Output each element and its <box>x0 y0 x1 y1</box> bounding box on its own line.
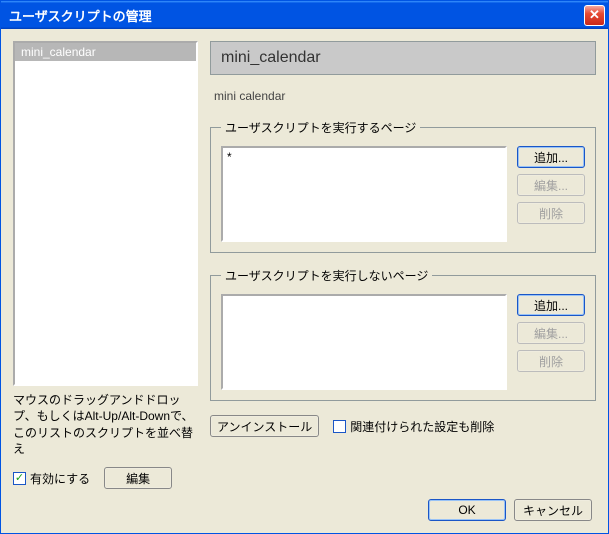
exclude-edit-button: 編集... <box>517 322 585 344</box>
left-column: mini_calendar マウスのドラッグアンドドロップ、もしくはAlt-Up… <box>13 41 198 489</box>
delete-assoc-checkbox[interactable]: ✓ 関連付けられた設定も削除 <box>333 418 494 435</box>
client-area: mini_calendar マウスのドラッグアンドドロップ、もしくはAlt-Up… <box>1 29 608 533</box>
script-list[interactable]: mini_calendar <box>13 41 198 386</box>
window-title: ユーザスクリプトの管理 <box>9 6 584 25</box>
right-column: mini_calendar mini calendar ユーザスクリプトを実行す… <box>210 41 596 489</box>
delete-assoc-label: 関連付けられた設定も削除 <box>350 418 494 435</box>
uninstall-button[interactable]: アンインストール <box>210 415 319 437</box>
dialog-footer: OK キャンセル <box>13 499 596 521</box>
exclude-pages-group: ユーザスクリプトを実行しないページ 追加... 編集... 削除 <box>210 267 596 401</box>
list-item[interactable]: * <box>227 150 501 164</box>
close-icon: ✕ <box>589 7 600 23</box>
checkbox-icon: ✓ <box>333 420 346 433</box>
script-subtitle: mini calendar <box>214 89 592 103</box>
include-edit-button: 編集... <box>517 174 585 196</box>
include-remove-button: 削除 <box>517 202 585 224</box>
exclude-legend: ユーザスクリプトを実行しないページ <box>221 267 432 284</box>
include-buttons: 追加... 編集... 削除 <box>517 146 585 242</box>
enable-checkbox-label: 有効にする <box>30 470 90 487</box>
edit-script-button[interactable]: 編集 <box>104 467 172 489</box>
include-pages-group: ユーザスクリプトを実行するページ * 追加... 編集... 削除 <box>210 119 596 253</box>
include-add-button[interactable]: 追加... <box>517 146 585 168</box>
enable-checkbox[interactable]: ✓ 有効にする <box>13 470 90 487</box>
reorder-hint: マウスのドラッグアンドドロップ、もしくはAlt-Up/Alt-Downで、このリ… <box>13 392 198 457</box>
titlebar: ユーザスクリプトの管理 ✕ <box>1 1 608 29</box>
exclude-remove-button: 削除 <box>517 350 585 372</box>
exclude-add-button[interactable]: 追加... <box>517 294 585 316</box>
script-title-bar: mini_calendar <box>210 41 596 75</box>
left-bottom-row: ✓ 有効にする 編集 <box>13 467 198 489</box>
ok-button[interactable]: OK <box>428 499 506 521</box>
include-list[interactable]: * <box>221 146 507 242</box>
check-icon: ✓ <box>13 472 26 485</box>
close-button[interactable]: ✕ <box>584 5 605 26</box>
dialog-window: ユーザスクリプトの管理 ✕ mini_calendar マウスのドラッグアンドド… <box>0 0 609 534</box>
right-bottom-row: アンインストール ✓ 関連付けられた設定も削除 <box>210 415 596 437</box>
cancel-button[interactable]: キャンセル <box>514 499 592 521</box>
include-legend: ユーザスクリプトを実行するページ <box>221 119 420 136</box>
list-item[interactable]: mini_calendar <box>15 43 196 61</box>
main-row: mini_calendar マウスのドラッグアンドドロップ、もしくはAlt-Up… <box>13 41 596 489</box>
exclude-buttons: 追加... 編集... 削除 <box>517 294 585 390</box>
exclude-list[interactable] <box>221 294 507 390</box>
